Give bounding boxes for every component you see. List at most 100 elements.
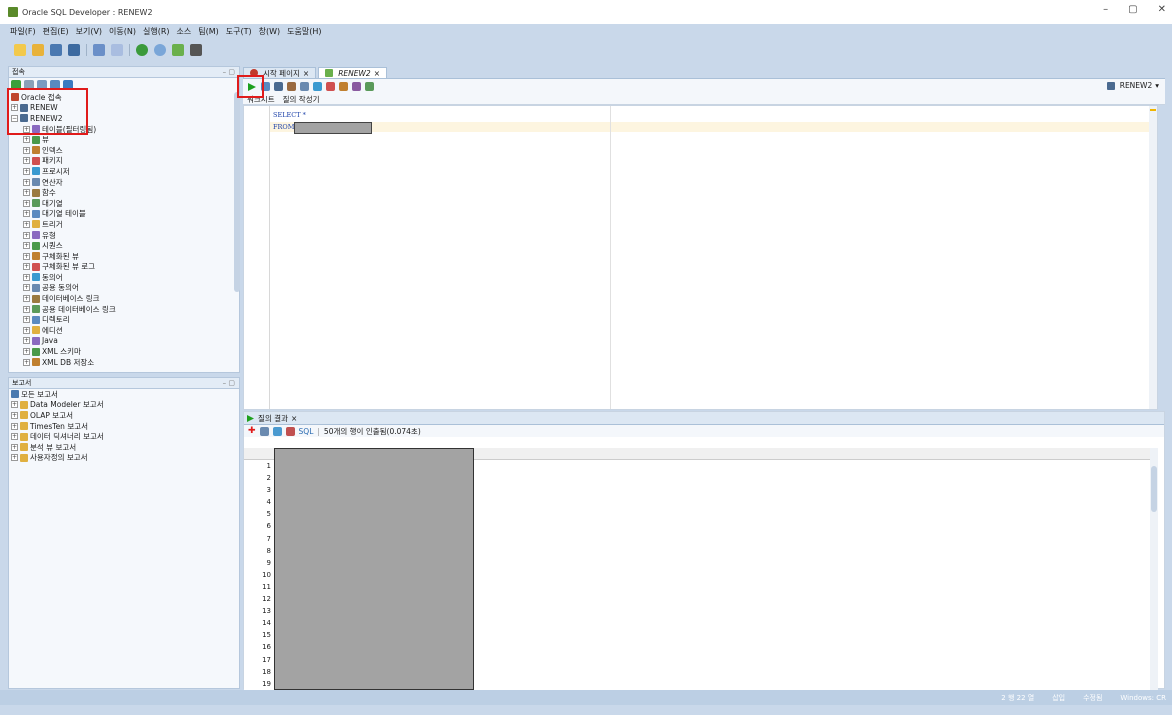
- grid-scrollbar[interactable]: [1150, 448, 1158, 690]
- expand-icon[interactable]: +: [23, 252, 30, 260]
- freeze-view-icon[interactable]: [285, 426, 295, 436]
- sql-link[interactable]: SQL: [299, 427, 314, 436]
- expand-icon[interactable]: +: [23, 231, 30, 239]
- grid-scroll-thumb[interactable]: [1151, 466, 1157, 512]
- binoculars-icon[interactable]: [190, 44, 202, 56]
- rollback-icon[interactable]: [287, 82, 296, 91]
- expand-icon[interactable]: +: [23, 305, 30, 313]
- maximize-button[interactable]: ▢: [1128, 4, 1137, 15]
- expand-icon[interactable]: +: [23, 178, 30, 186]
- minimize-button[interactable]: –: [1103, 4, 1108, 15]
- menu-navigate[interactable]: 이동(N): [109, 26, 136, 37]
- object-type-node[interactable]: + 시퀀스: [9, 240, 239, 251]
- object-type-node[interactable]: + XML DB 저장소: [9, 357, 239, 368]
- object-type-node[interactable]: + 연산자: [9, 177, 239, 188]
- menu-tools[interactable]: 도구(T): [226, 26, 252, 37]
- tab-renew2[interactable]: RENEW2 ×: [318, 67, 387, 78]
- object-type-node[interactable]: + 공용 동의어: [9, 283, 239, 294]
- expand-icon[interactable]: +: [23, 242, 30, 250]
- expand-icon[interactable]: +: [23, 295, 30, 303]
- sql-tuning-icon[interactable]: [365, 82, 374, 91]
- reports-item[interactable]: + TimesTen 보고서: [9, 421, 239, 432]
- reports-item[interactable]: + 분석 뷰 보고서: [9, 442, 239, 453]
- menu-view[interactable]: 보기(V): [76, 26, 102, 37]
- subtab-query-builder[interactable]: 질의 작성기: [283, 94, 320, 105]
- object-type-node[interactable]: + 동의어: [9, 272, 239, 283]
- reports-item[interactable]: 모든 보고서: [9, 389, 239, 400]
- object-type-node[interactable]: + 에디션: [9, 325, 239, 336]
- save-icon[interactable]: [50, 44, 62, 56]
- object-type-node[interactable]: + 프로시저: [9, 166, 239, 177]
- object-type-node[interactable]: + 공용 데이터베이스 링크: [9, 304, 239, 315]
- reports-item[interactable]: + 사용자정의 보고서: [9, 453, 239, 464]
- close-icon[interactable]: ×: [374, 69, 380, 78]
- menu-run[interactable]: 실행(R): [143, 26, 170, 37]
- close-icon[interactable]: ×: [303, 69, 309, 78]
- object-type-node[interactable]: + 디렉토리: [9, 314, 239, 325]
- editor-scrollbar[interactable]: [1149, 106, 1157, 409]
- reports-item[interactable]: + 데이터 딕셔너리 보고서: [9, 431, 239, 442]
- expand-icon[interactable]: +: [23, 146, 30, 154]
- expand-icon[interactable]: +: [23, 273, 30, 281]
- connections-scrollbar[interactable]: [234, 92, 240, 292]
- menu-help[interactable]: 도움말(H): [287, 26, 321, 37]
- expand-icon[interactable]: +: [23, 199, 30, 207]
- refresh-icon[interactable]: [272, 426, 282, 436]
- object-type-node[interactable]: + XML 스키마: [9, 346, 239, 357]
- panel-minimize-icon[interactable]: – ▢: [223, 68, 235, 76]
- expand-icon[interactable]: +: [23, 337, 30, 345]
- expand-icon[interactable]: +: [23, 157, 30, 165]
- object-type-node[interactable]: + 구체화된 뷰 로그: [9, 262, 239, 273]
- expand-icon[interactable]: +: [23, 348, 30, 356]
- explain-plan-icon[interactable]: [300, 82, 309, 91]
- forward-icon[interactable]: [154, 44, 166, 56]
- expand-icon[interactable]: +: [23, 220, 30, 228]
- menu-edit[interactable]: 편집(E): [43, 26, 69, 37]
- expand-icon[interactable]: +: [23, 284, 30, 292]
- object-type-node[interactable]: + Java: [9, 336, 239, 347]
- sql-history-icon[interactable]: [339, 82, 348, 91]
- expand-icon[interactable]: +: [23, 263, 30, 271]
- object-type-node[interactable]: + 데이터베이스 링크: [9, 293, 239, 304]
- close-icon[interactable]: ×: [291, 414, 297, 423]
- expand-icon[interactable]: +: [23, 316, 30, 324]
- object-type-node[interactable]: + 유형: [9, 230, 239, 241]
- close-button[interactable]: ✕: [1158, 4, 1166, 15]
- menu-window[interactable]: 창(W): [259, 26, 281, 37]
- save-all-icon[interactable]: [68, 44, 80, 56]
- commit-icon[interactable]: [274, 82, 283, 91]
- format-icon[interactable]: [352, 82, 361, 91]
- reports-item[interactable]: + OLAP 보고서: [9, 410, 239, 421]
- panel-minimize-icon[interactable]: – ▢: [223, 379, 235, 387]
- expand-icon[interactable]: +: [23, 326, 30, 334]
- menu-source[interactable]: 소스: [177, 26, 192, 37]
- open-folder-icon[interactable]: [32, 44, 44, 56]
- undo-icon[interactable]: [93, 44, 105, 56]
- results-tab[interactable]: 질의 결과 ×: [244, 412, 1164, 425]
- connection-selector[interactable]: RENEW2 ▾: [1106, 81, 1159, 90]
- object-type-node[interactable]: + 뷰: [9, 134, 239, 145]
- menu-team[interactable]: 팀(M): [198, 26, 219, 37]
- object-type-node[interactable]: + 대기열: [9, 198, 239, 209]
- expand-icon[interactable]: +: [23, 358, 30, 366]
- expand-icon[interactable]: +: [23, 136, 30, 144]
- clear-icon[interactable]: [326, 82, 335, 91]
- menu-file[interactable]: 파일(F): [10, 26, 36, 37]
- new-file-icon[interactable]: [14, 44, 26, 56]
- autotrace-icon[interactable]: [313, 82, 322, 91]
- object-type-node[interactable]: + 대기열 테이블: [9, 209, 239, 220]
- pin-icon[interactable]: ✚: [248, 426, 256, 436]
- expand-icon[interactable]: +: [23, 189, 30, 197]
- reports-item[interactable]: + Data Modeler 보고서: [9, 400, 239, 411]
- object-type-node[interactable]: + 인덱스: [9, 145, 239, 156]
- object-type-node[interactable]: + 함수: [9, 187, 239, 198]
- sql-editor[interactable]: SELECT * FROM: [243, 105, 1158, 410]
- object-type-node[interactable]: + 구체화된 뷰: [9, 251, 239, 262]
- object-type-node[interactable]: + 트리거: [9, 219, 239, 230]
- sql-worksheet-icon[interactable]: [172, 44, 184, 56]
- expand-icon[interactable]: +: [23, 167, 30, 175]
- expand-icon[interactable]: +: [23, 210, 30, 218]
- object-type-node[interactable]: + 패키지: [9, 156, 239, 167]
- back-icon[interactable]: [136, 44, 148, 56]
- print-icon[interactable]: [259, 426, 269, 436]
